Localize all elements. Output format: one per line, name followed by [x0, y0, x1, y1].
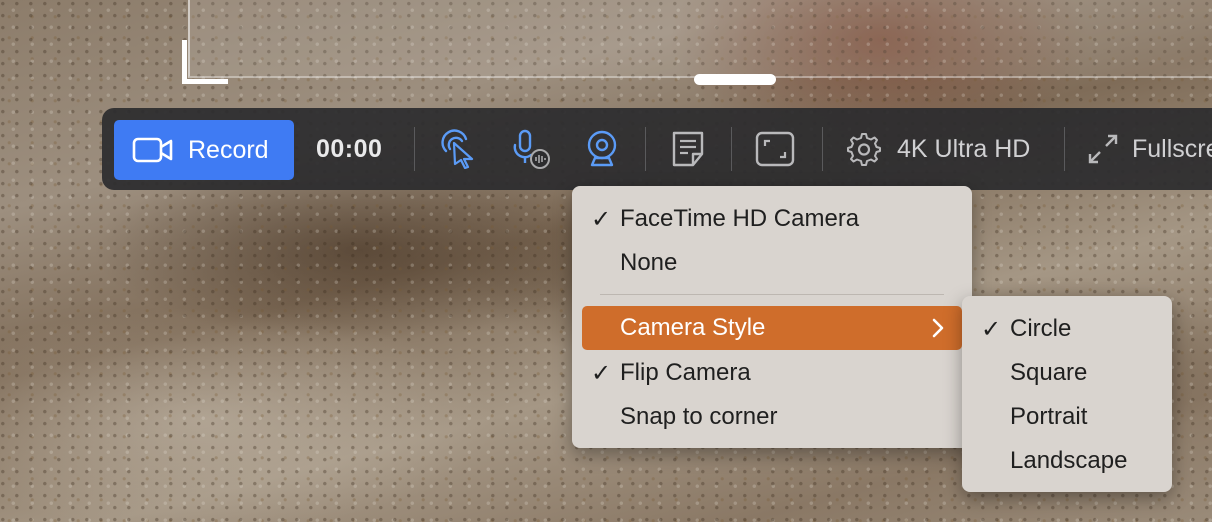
menu-item-label: Square: [1010, 359, 1088, 386]
chevron-right-icon: [932, 318, 944, 338]
toolbar-divider: [822, 127, 823, 171]
menu-item-label: FaceTime HD Camera: [620, 205, 860, 232]
resolution-label[interactable]: 4K Ultra HD: [897, 135, 1030, 164]
record-button[interactable]: Record: [114, 120, 294, 180]
note-icon: [672, 131, 704, 167]
webcam-button[interactable]: [581, 128, 623, 170]
menu-item-portrait[interactable]: Portrait: [972, 395, 1162, 439]
recording-timer: 00:00: [316, 135, 383, 163]
desktop-background: Record 00:00 4K Ultra HD Fullscr ✓ FaceT…: [0, 0, 1212, 522]
capture-area-icon: [755, 131, 795, 167]
capture-region[interactable]: [188, 0, 1212, 78]
checkmark-icon: ✓: [590, 205, 612, 233]
recording-toolbar: Record 00:00 4K Ultra HD Fullscr: [102, 108, 1212, 190]
checkmark-icon: ✓: [590, 359, 612, 387]
capture-area-button[interactable]: [754, 128, 796, 170]
menu-item-label: None: [620, 249, 678, 276]
toolbar-divider: [414, 127, 415, 171]
settings-button[interactable]: [842, 128, 884, 170]
menu-item-snap-to-corner[interactable]: Snap to corner: [582, 395, 962, 439]
menu-divider: [600, 294, 944, 295]
toolbar-divider: [1064, 127, 1065, 171]
microphone-icon: [513, 129, 550, 169]
expand-icon: [1088, 134, 1118, 164]
menu-item-label: Flip Camera: [620, 359, 751, 386]
menu-item-landscape[interactable]: Landscape: [972, 439, 1162, 483]
menu-item-square[interactable]: Square: [972, 351, 1162, 395]
camera-menu: ✓ FaceTime HD Camera None Camera Style ✓…: [572, 186, 972, 448]
click-highlight-button[interactable]: [437, 128, 479, 170]
menu-item-label: Landscape: [1010, 447, 1128, 474]
fullscreen-label[interactable]: Fullscreen: [1132, 135, 1212, 164]
capture-corner-handle[interactable]: [182, 40, 228, 84]
camera-style-submenu: ✓ Circle Square Portrait Landscape: [962, 296, 1172, 492]
toolbar-divider: [731, 127, 732, 171]
menu-item-facetime-camera[interactable]: ✓ FaceTime HD Camera: [582, 197, 962, 241]
fullscreen-button[interactable]: [1082, 128, 1124, 170]
menu-item-flip-camera[interactable]: ✓ Flip Camera: [582, 351, 962, 395]
menu-item-label: Camera Style: [620, 314, 766, 341]
menu-item-none[interactable]: None: [582, 241, 962, 285]
gear-icon: [847, 133, 881, 166]
toolbar-divider: [645, 127, 646, 171]
menu-item-camera-style[interactable]: Camera Style: [582, 306, 962, 350]
notes-button[interactable]: [667, 128, 709, 170]
microphone-button[interactable]: [510, 128, 552, 170]
cursor-click-icon: [441, 129, 474, 169]
menu-item-label: Circle: [1010, 315, 1072, 342]
checkmark-icon: ✓: [980, 315, 1002, 343]
capture-resize-handle[interactable]: [694, 74, 776, 85]
video-camera-icon: [132, 135, 174, 165]
menu-item-label: Portrait: [1010, 403, 1088, 430]
record-label: Record: [188, 135, 269, 164]
menu-item-circle[interactable]: ✓ Circle: [972, 307, 1162, 351]
webcam-icon: [587, 130, 617, 167]
menu-item-label: Snap to corner: [620, 403, 778, 430]
